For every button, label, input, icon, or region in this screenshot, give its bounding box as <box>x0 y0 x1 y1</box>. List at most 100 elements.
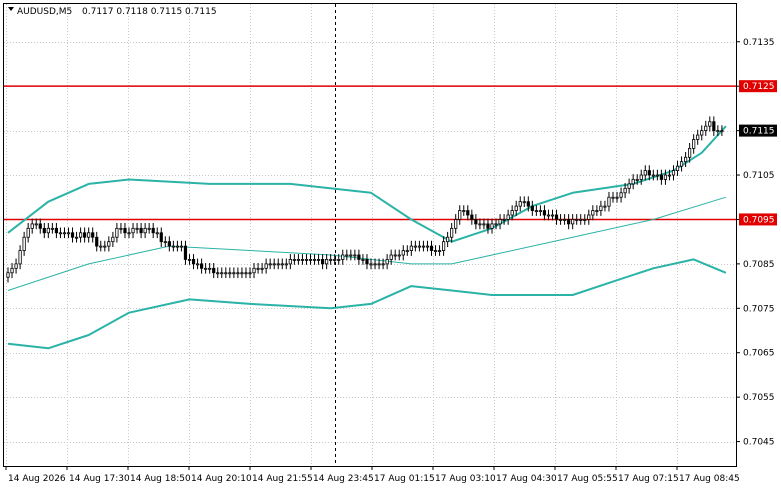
level-price-tag-label: 0.7125 <box>743 82 775 92</box>
candle-body <box>704 125 708 132</box>
candle-body <box>675 165 680 171</box>
candle-body <box>325 259 329 265</box>
candle-body <box>99 245 103 248</box>
level-price-tag-label: 0.7095 <box>743 215 775 225</box>
current-price-tag-label: 0.7115 <box>743 127 775 137</box>
candle-body <box>232 272 236 275</box>
symbol-label: AUDUSD,M5 <box>17 7 72 17</box>
ohlc-readout: 0.7117 0.7118 0.7115 0.7115 <box>82 7 217 17</box>
candle-body <box>54 227 59 234</box>
candle-body <box>300 259 305 261</box>
x-tick-label: 14 Aug 21:55 <box>252 474 313 484</box>
candle-body <box>312 259 317 261</box>
candle-body <box>123 227 127 234</box>
y-tick-label: 0.7055 <box>743 393 775 403</box>
candle-body <box>401 250 405 256</box>
candle-body <box>224 272 228 275</box>
candle-body <box>708 121 712 127</box>
candle-body <box>119 227 123 230</box>
candle-body <box>353 254 357 257</box>
candle-body <box>425 245 430 248</box>
candle-body <box>296 259 301 261</box>
x-tick-label: 14 Aug 17:30 <box>69 474 130 484</box>
candle-body <box>38 223 42 229</box>
candle-body <box>208 267 212 270</box>
candle-body <box>103 245 107 248</box>
candle-body <box>329 259 333 261</box>
candle-body <box>135 227 139 230</box>
candle-body <box>385 259 389 265</box>
candle-body <box>6 272 10 278</box>
candle-body <box>470 214 474 220</box>
candle-body <box>651 174 655 177</box>
candle-body <box>579 219 583 221</box>
chart-background <box>0 0 781 489</box>
candle-body <box>688 147 692 158</box>
candle-body <box>490 223 494 229</box>
x-tick-label: 17 Aug 04:30 <box>496 474 557 484</box>
candle-body <box>409 245 413 251</box>
candle-body <box>66 232 71 235</box>
candle-body <box>304 259 309 261</box>
candle-body <box>179 245 184 248</box>
candle-body <box>252 267 256 274</box>
y-tick-label: 0.7135 <box>743 38 775 48</box>
candle-body <box>316 259 321 261</box>
candle-body <box>450 227 454 238</box>
candle-body <box>405 250 409 252</box>
candle-body <box>345 254 349 257</box>
candle-body <box>599 205 603 211</box>
x-tick-label: 17 Aug 01:15 <box>374 474 435 484</box>
candle-body <box>510 210 514 216</box>
candle-body <box>87 232 91 238</box>
candle-body <box>115 227 119 238</box>
candle-body <box>478 223 482 226</box>
candle-body <box>615 196 619 199</box>
candle-body <box>526 201 530 207</box>
chart-window[interactable]: 0.7135 0.7125 0.7115 0.7105 0.7095 0.7085 0.70… <box>0 0 781 489</box>
candle-body <box>111 236 115 243</box>
candle-body <box>175 245 179 248</box>
candle-body <box>571 219 575 225</box>
candle-body <box>631 179 635 185</box>
candle-body <box>639 174 643 180</box>
candle-body <box>433 250 438 252</box>
price-chart[interactable]: 0.7135 0.7125 0.7115 0.7105 0.7095 0.7085 0.70… <box>0 0 781 489</box>
candle-body <box>417 245 422 248</box>
candle-body <box>10 267 14 274</box>
candle-body <box>333 259 337 261</box>
candle-body <box>95 236 99 247</box>
candle-body <box>429 245 434 251</box>
candle-body <box>167 241 171 247</box>
candle-body <box>550 214 555 217</box>
candle-body <box>228 272 232 275</box>
candle-body <box>308 259 313 261</box>
candle-body <box>216 272 220 275</box>
candle-body <box>603 205 607 208</box>
candle-body <box>696 134 700 140</box>
candle-body <box>546 214 551 217</box>
chart-header: AUDUSD,M5 0.7117 0.7118 0.7115 0.7115 <box>8 7 217 17</box>
candle-body <box>506 214 510 220</box>
x-tick-label: 14 Aug 2026 <box>8 474 66 484</box>
candle-body <box>663 174 668 180</box>
candle-body <box>91 232 95 238</box>
candle-body <box>143 227 147 234</box>
candle-body <box>139 227 143 234</box>
candle-body <box>591 210 595 216</box>
candle-body <box>341 254 345 260</box>
candle-body <box>381 263 385 266</box>
candle-body <box>716 130 720 133</box>
candle-body <box>280 263 284 266</box>
candle-body <box>482 223 486 226</box>
candle-body <box>659 174 664 180</box>
candle-body <box>369 263 373 266</box>
candle-body <box>42 227 46 234</box>
candle-body <box>26 227 30 238</box>
candle-body <box>437 250 442 252</box>
y-tick-label: 0.7105 <box>743 171 775 181</box>
candle-body <box>151 227 155 234</box>
x-tick-label: 14 Aug 18:50 <box>130 474 191 484</box>
candle-body <box>522 201 526 204</box>
candle-body <box>195 263 200 266</box>
